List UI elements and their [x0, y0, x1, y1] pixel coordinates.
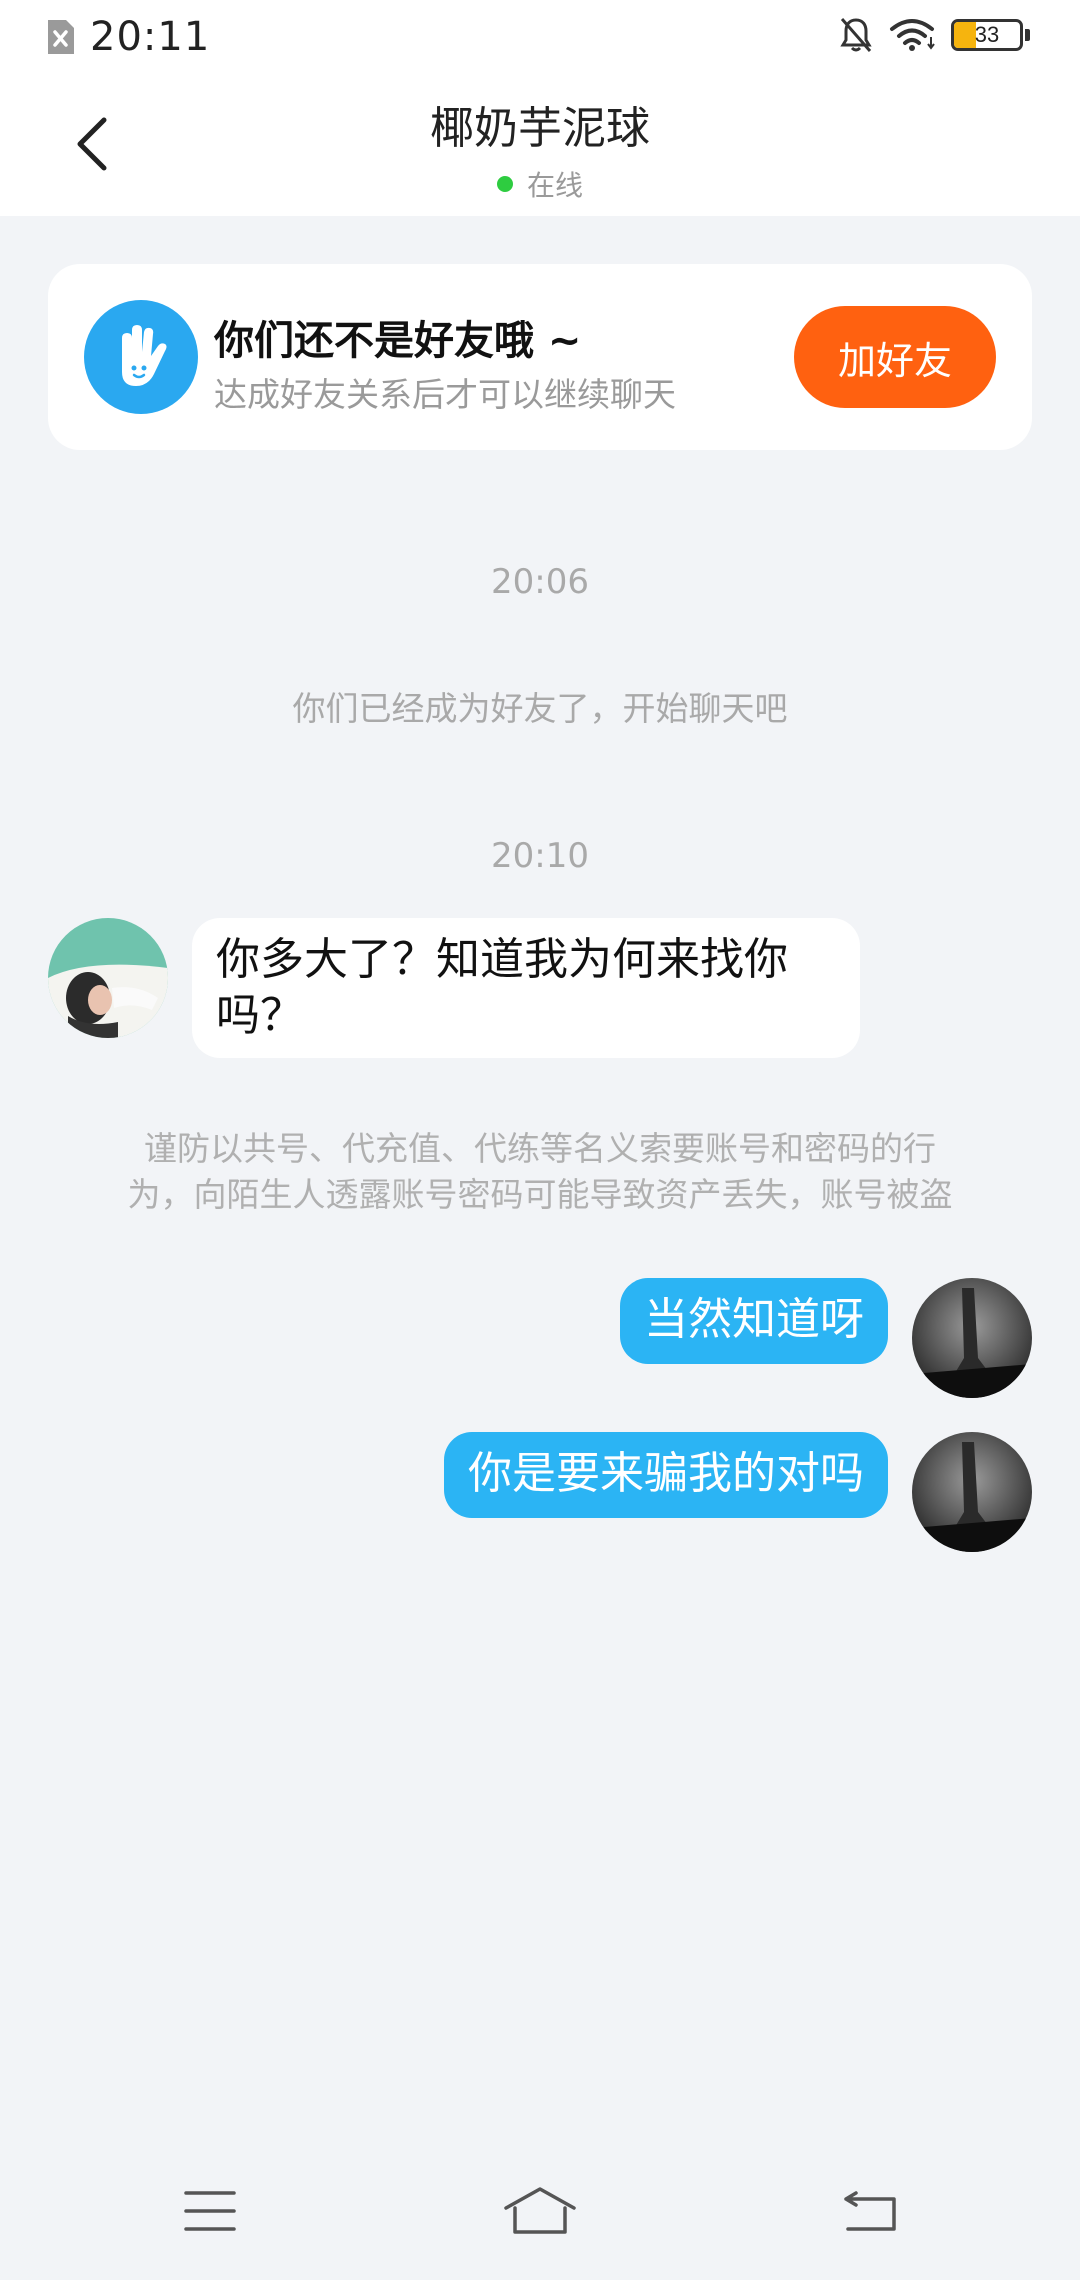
waving-hand-icon	[84, 300, 198, 414]
online-status: 在线	[496, 164, 583, 204]
bell-off-icon	[840, 18, 872, 52]
not-friends-title: 你们还不是好友哦 ~	[214, 318, 582, 364]
battery-tip	[1025, 29, 1030, 41]
incoming-message-bubble[interactable]: 你多大了？知道我为何来找你 吗？	[192, 918, 860, 1058]
status-left: 20:11	[44, 14, 210, 60]
status-time: 20:11	[90, 14, 211, 60]
incoming-message-line: 你多大了？知道我为何来找你	[216, 934, 788, 985]
menu-icon	[184, 2191, 236, 2231]
outgoing-message-bubble[interactable]: 当然知道呀	[620, 1278, 888, 1364]
sim-error-icon	[48, 20, 74, 54]
back-icon	[844, 2191, 896, 2231]
status-right: 33	[839, 16, 1030, 54]
security-warning: 谨防以共号、代充值、代练等名义索要账号和密码的行 为，向陌生人透露账号密码可能导…	[80, 1126, 1000, 1218]
security-warning-line: 谨防以共号、代充值、代练等名义索要账号和密码的行	[144, 1129, 936, 1168]
status-bar: 20:11 33	[0, 0, 1080, 72]
online-dot-icon	[496, 176, 513, 192]
my-avatar[interactable]	[912, 1432, 1032, 1552]
battery-icon: 33	[951, 19, 1023, 51]
back-nav-button[interactable]	[830, 2176, 910, 2246]
menu-button[interactable]	[170, 2176, 250, 2246]
home-icon	[504, 2187, 576, 2234]
home-button[interactable]	[500, 2176, 580, 2246]
not-friends-subtitle: 达成好友关系后才可以继续聊天	[214, 375, 676, 414]
add-friend-button[interactable]: 加好友	[794, 306, 996, 408]
contact-avatar[interactable]	[48, 918, 168, 1038]
online-status-label: 在线	[526, 169, 583, 202]
chat-header: 椰奶芋泥球 在线	[0, 72, 1080, 216]
battery-fill	[954, 22, 976, 48]
message-timestamp: 20:06	[491, 562, 589, 602]
incoming-message-line: 吗？	[216, 990, 304, 1041]
system-nav-bar	[0, 2140, 1080, 2280]
system-message: 你们已经成为好友了，开始聊天吧	[292, 689, 788, 728]
wifi-icon	[890, 19, 935, 51]
contact-name: 椰奶芋泥球	[430, 103, 650, 154]
outgoing-message-bubble[interactable]: 你是要来骗我的对吗	[444, 1432, 888, 1518]
message-timestamp: 20:10	[491, 836, 589, 876]
battery-level: 33	[974, 22, 1000, 47]
title-wrap: 椰奶芋泥球 在线	[0, 92, 1080, 204]
not-friends-card: 你们还不是好友哦 ~ 达成好友关系后才可以继续聊天 加好友	[48, 264, 1032, 450]
security-warning-line: 为，向陌生人透露账号密码可能导致资产丢失，账号被盗	[127, 1175, 953, 1214]
my-avatar[interactable]	[912, 1278, 1032, 1398]
